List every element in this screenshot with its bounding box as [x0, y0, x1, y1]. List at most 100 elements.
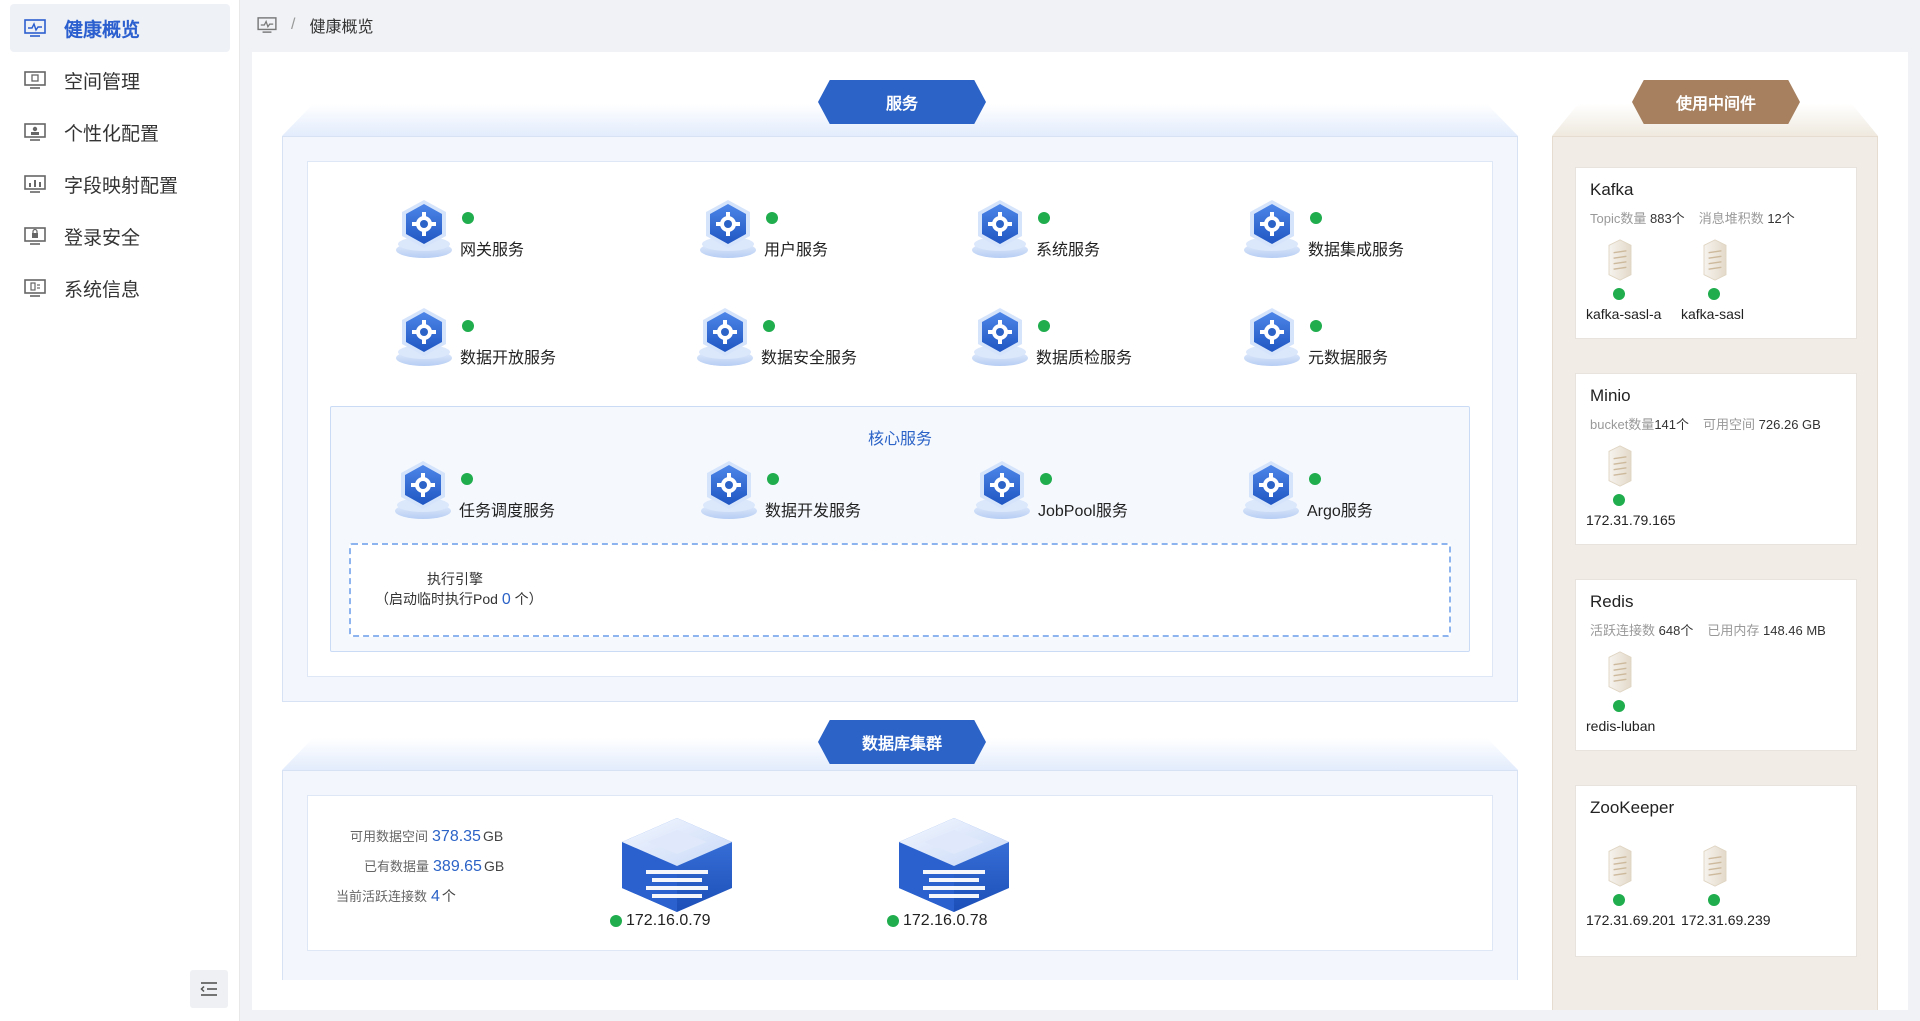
- db-node-ip-row: 172.16.0.79: [610, 912, 711, 930]
- core-service-card[interactable]: Argo服务: [1241, 457, 1481, 537]
- node-label: 172.31.79.165: [1586, 512, 1676, 528]
- breadcrumb-separator: /: [291, 16, 296, 33]
- engine-pod-count: 0: [501, 591, 511, 608]
- db-stat-active-connections: 当前活跃连接数 4 个: [336, 886, 456, 906]
- status-dot: [610, 915, 622, 927]
- database-server-icon: [899, 818, 1009, 912]
- middleware-card-zookeeper[interactable]: ZooKeeper 172.31.69.201 172.31.69.239: [1575, 785, 1857, 957]
- server-icon: [1608, 845, 1632, 887]
- sidebar: 健康概览 空间管理 个性化配置 字段映射配置 登录安全 系统信息: [0, 0, 240, 1021]
- sidebar-item-system-info[interactable]: 系统信息: [10, 264, 230, 312]
- middleware-title: Kafka: [1590, 180, 1634, 199]
- middleware-tag: 使用中间件: [1632, 80, 1800, 124]
- status-dot: [767, 473, 779, 485]
- service-name: 任务调度服务: [459, 503, 556, 520]
- status-dot: [1309, 473, 1321, 485]
- status-dot: [1040, 473, 1052, 485]
- middleware-card-redis[interactable]: Redis 活跃连接数 648个 已用内存 148.46 MB redis-lub…: [1575, 579, 1857, 751]
- middleware-node[interactable]: kafka-sasl-a: [1586, 238, 1676, 328]
- core-service-card[interactable]: JobPool服务: [972, 457, 1212, 537]
- server-icon: [1703, 239, 1727, 281]
- core-services-title: 核心服务: [867, 431, 932, 448]
- middleware-title: ZooKeeper: [1590, 798, 1675, 817]
- sidebar-item-space-management[interactable]: 空间管理: [10, 56, 230, 104]
- db-node-ip: 172.16.0.78: [903, 912, 988, 929]
- status-dot: [1613, 288, 1625, 300]
- service-card[interactable]: 用户服务: [698, 196, 938, 276]
- middleware-node[interactable]: kafka-sasl: [1681, 238, 1771, 328]
- middleware-meta: Topic数量 883个 消息堆积数 12个: [1590, 208, 1809, 227]
- sidebar-item-field-mapping[interactable]: 字段映射配置: [10, 160, 230, 208]
- middleware-node[interactable]: 172.31.79.165: [1586, 444, 1676, 534]
- service-card[interactable]: 数据集成服务: [1242, 196, 1482, 276]
- service-gear-icon: [396, 200, 452, 258]
- node-label: 172.31.69.239: [1681, 912, 1771, 928]
- sidebar-item-login-security[interactable]: 登录安全: [10, 212, 230, 260]
- meta-key: Topic数量: [1590, 211, 1647, 226]
- monitor-info-icon: [24, 279, 46, 297]
- meta-value: 141个: [1654, 417, 1690, 432]
- service-gear-icon: [972, 200, 1028, 258]
- middleware-node[interactable]: redis-luban: [1586, 650, 1676, 740]
- database-tag: 数据库集群: [818, 720, 986, 764]
- sidebar-item-label: 空间管理: [64, 71, 141, 93]
- monitor-pulse-icon: [257, 17, 277, 33]
- sidebar-item-health-overview[interactable]: 健康概览: [10, 4, 230, 52]
- service-name: 数据安全服务: [761, 350, 858, 367]
- status-dot: [462, 320, 474, 332]
- service-name: 网关服务: [460, 242, 525, 259]
- stat-unit: GB: [482, 828, 504, 844]
- core-service-card[interactable]: 任务调度服务: [393, 457, 633, 537]
- core-service-card[interactable]: 数据开发服务: [699, 457, 939, 537]
- service-gear-icon: [1243, 461, 1299, 519]
- service-name: Argo服务: [1307, 503, 1373, 520]
- service-card[interactable]: 数据质检服务: [970, 304, 1210, 384]
- stat-value: 4: [431, 888, 440, 905]
- status-dot: [1038, 320, 1050, 332]
- service-card[interactable]: 数据开放服务: [394, 304, 634, 384]
- service-card[interactable]: 元数据服务: [1242, 304, 1482, 384]
- service-gear-icon: [395, 461, 451, 519]
- status-dot: [1708, 288, 1720, 300]
- middleware-meta: bucket数量141个 可用空间 726.26 GB: [1590, 414, 1835, 433]
- engine-pod-suffix: 个）: [514, 591, 543, 607]
- service-gear-icon: [974, 461, 1030, 519]
- collapse-sidebar-button[interactable]: [190, 970, 228, 1008]
- meta-key: 已用内存: [1707, 623, 1760, 638]
- stat-unit: GB: [483, 858, 505, 874]
- db-node[interactable]: 172.16.0.78: [879, 808, 1029, 938]
- sidebar-item-label: 个性化配置: [64, 123, 160, 145]
- sidebar-item-label: 登录安全: [64, 227, 141, 249]
- service-name: JobPool服务: [1038, 503, 1128, 520]
- middleware-node[interactable]: 172.31.69.201: [1586, 844, 1676, 934]
- monitor-pulse-icon: [24, 19, 46, 37]
- service-gear-icon: [697, 308, 753, 366]
- service-name: 用户服务: [764, 242, 829, 259]
- breadcrumb: / 健康概览: [241, 0, 1920, 50]
- service-name: 数据开发服务: [765, 503, 862, 520]
- db-stat-available-space: 可用数据空间 378.35 GB: [350, 826, 503, 846]
- status-dot: [887, 915, 899, 927]
- meta-value: 883个: [1649, 211, 1685, 226]
- service-name: 数据质检服务: [1036, 350, 1133, 367]
- service-card[interactable]: 数据安全服务: [695, 304, 935, 384]
- stat-value: 378.35: [432, 828, 481, 845]
- middleware-card-kafka[interactable]: Kafka Topic数量 883个 消息堆积数 12个 kafka-sasl-a…: [1575, 167, 1857, 339]
- middleware-node[interactable]: 172.31.69.239: [1681, 844, 1771, 934]
- sidebar-item-personalization[interactable]: 个性化配置: [10, 108, 230, 156]
- status-dot: [1613, 700, 1625, 712]
- service-card[interactable]: 网关服务: [394, 196, 634, 276]
- status-dot: [1708, 894, 1720, 906]
- service-gear-icon: [700, 200, 756, 258]
- collapse-menu-icon: [200, 982, 217, 996]
- meta-key: 消息堆积数: [1698, 211, 1764, 226]
- middleware-card-minio[interactable]: Minio bucket数量141个 可用空间 726.26 GB 172.31.…: [1575, 373, 1857, 545]
- db-node[interactable]: 172.16.0.79: [602, 808, 752, 938]
- middleware-meta: 活跃连接数 648个 已用内存 148.46 MB: [1590, 620, 1840, 639]
- service-card[interactable]: 系统服务: [970, 196, 1210, 276]
- meta-key: 活跃连接数: [1590, 623, 1656, 638]
- node-label: redis-luban: [1586, 718, 1656, 734]
- engine-pod-info: （启动临时执行Pod 0 个）: [375, 589, 543, 609]
- status-dot: [461, 473, 473, 485]
- service-gear-icon: [396, 308, 452, 366]
